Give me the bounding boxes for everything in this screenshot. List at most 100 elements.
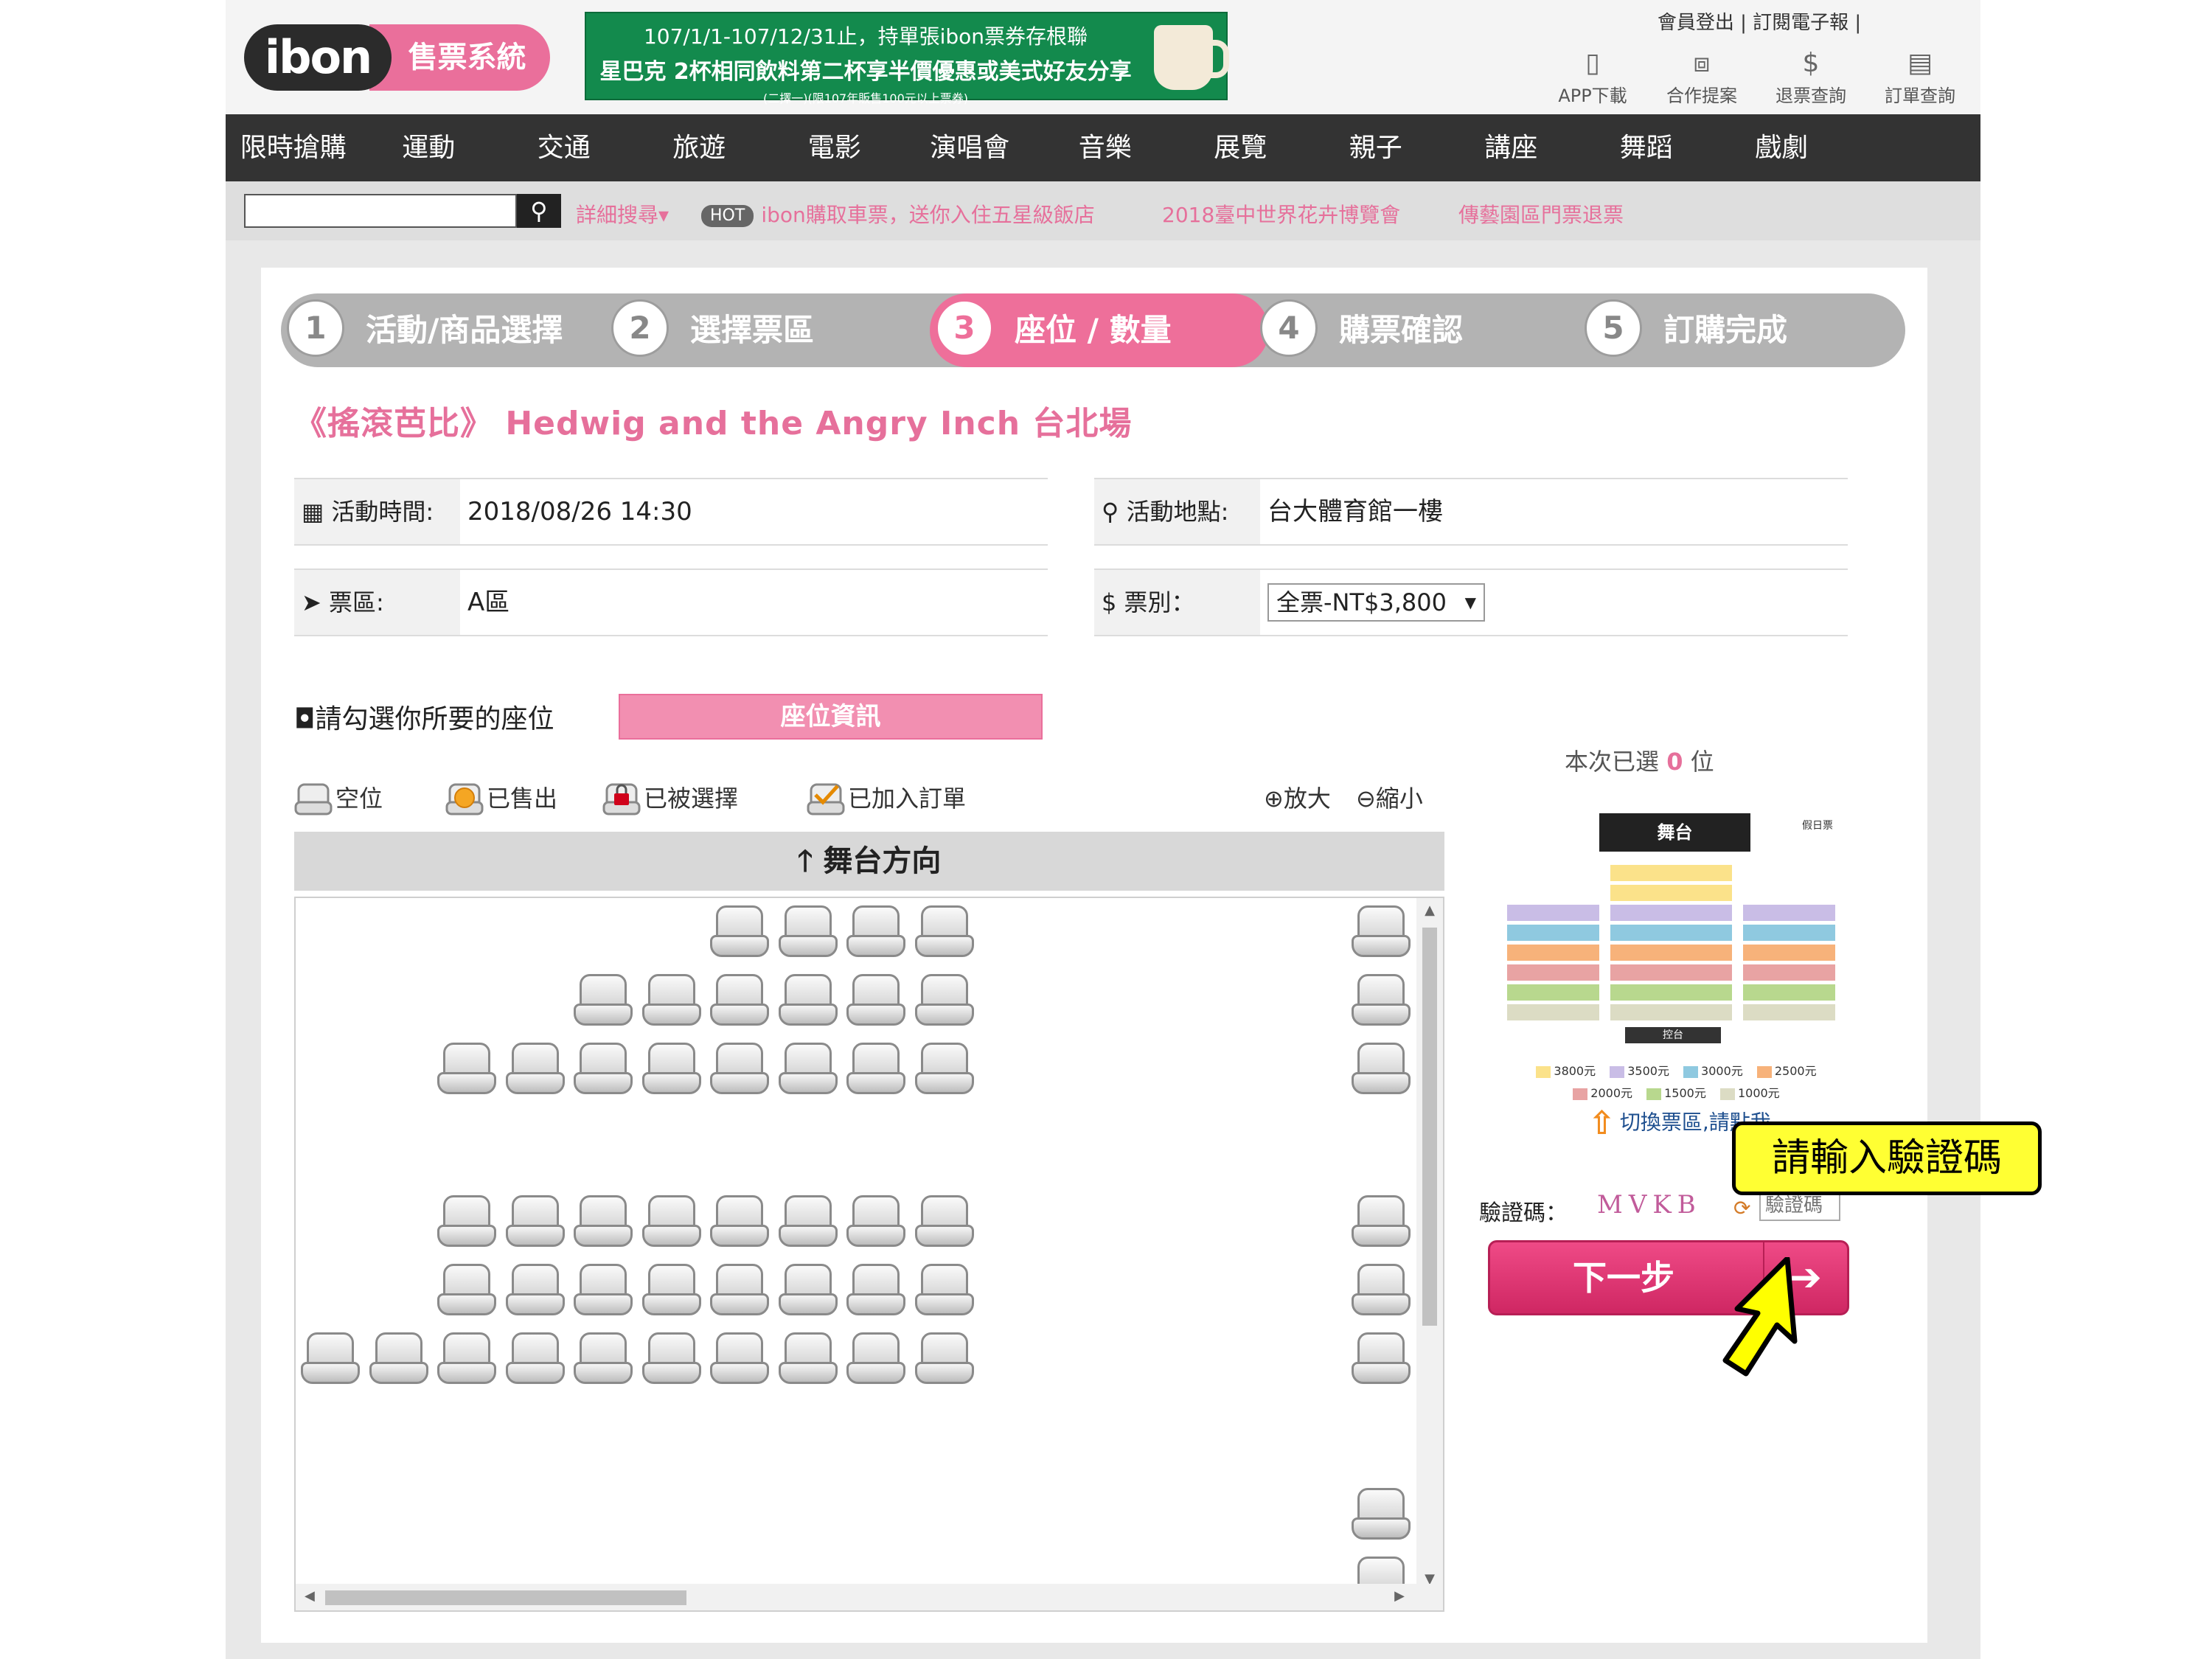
seat[interactable] xyxy=(505,1195,565,1251)
nav-item[interactable]: 限時搶購 xyxy=(226,114,361,181)
nav-item[interactable]: 旅遊 xyxy=(632,114,768,181)
scrollbar-thumb[interactable] xyxy=(1422,928,1437,1326)
seat[interactable] xyxy=(846,1195,905,1251)
quick-link-label: 退票查詢 xyxy=(1775,86,1846,106)
nav-item[interactable]: 電影 xyxy=(767,114,902,181)
flora-expo-link[interactable]: 2018臺中世界花卉博覽會 xyxy=(1162,199,1400,229)
app-download-link[interactable]: ▯ APP下載 xyxy=(1538,46,1647,112)
nav-item[interactable]: 親子 xyxy=(1308,114,1444,181)
seat[interactable] xyxy=(574,1195,633,1251)
seat[interactable] xyxy=(437,1332,496,1388)
seat[interactable] xyxy=(505,1332,565,1388)
seat-info-button[interactable]: 座位資訊 xyxy=(619,694,1043,740)
vertical-scrollbar[interactable]: ▲ ▼ xyxy=(1416,898,1443,1591)
scroll-right-icon[interactable]: ▶ xyxy=(1394,1588,1405,1604)
promo-banner[interactable]: 107/1/1-107/12/31止，持單張ibon票券存根聯 星巴克 2杯相同… xyxy=(585,12,1229,105)
refund-query-link[interactable]: $ 退票查詢 xyxy=(1756,46,1865,112)
event-venue-row: ⚲ 活動地點: 台大體育館一樓 xyxy=(1094,478,1848,546)
seat[interactable] xyxy=(710,1043,769,1099)
scroll-up-icon[interactable]: ▲ xyxy=(1416,902,1443,918)
seat-cushion xyxy=(641,1225,701,1247)
price-swatch xyxy=(1646,1088,1662,1100)
seat[interactable] xyxy=(778,1264,838,1320)
seat-cushion xyxy=(778,1072,838,1094)
seat[interactable] xyxy=(1352,1195,1411,1251)
seat[interactable] xyxy=(846,1264,905,1320)
seat[interactable] xyxy=(574,1043,633,1099)
seat[interactable] xyxy=(710,905,769,961)
scrollbar-thumb[interactable] xyxy=(325,1590,686,1605)
seat[interactable] xyxy=(846,1043,905,1099)
horizontal-scrollbar[interactable]: ◀ ▶ xyxy=(296,1584,1443,1610)
search-button[interactable]: ⚲ xyxy=(517,194,561,228)
seat[interactable] xyxy=(778,1043,838,1099)
seat[interactable] xyxy=(574,1332,633,1388)
nav-item[interactable]: 展覽 xyxy=(1173,114,1309,181)
nav-item[interactable]: 運動 xyxy=(361,114,497,181)
seat[interactable] xyxy=(505,1043,565,1099)
zoom-out-label: 縮小 xyxy=(1375,785,1423,813)
ticket-type-select[interactable]: 全票-NT$3,800 ▼ xyxy=(1267,583,1485,622)
advanced-search-link[interactable]: 詳細搜尋▾ xyxy=(576,199,669,229)
seat[interactable] xyxy=(1352,905,1411,961)
seat[interactable] xyxy=(914,1332,974,1388)
hot-link[interactable]: HOT ibon購取車票，送你入住五星級飯店 xyxy=(701,199,1095,229)
seat[interactable] xyxy=(778,1332,838,1388)
seat[interactable] xyxy=(641,1195,701,1251)
seat[interactable] xyxy=(846,974,905,1030)
seat[interactable] xyxy=(846,905,905,961)
seat[interactable] xyxy=(641,1332,701,1388)
seat[interactable] xyxy=(1352,1264,1411,1320)
partnership-link[interactable]: ⧈ 合作提案 xyxy=(1647,46,1756,112)
ibon-logo[interactable]: 售票系統 ibon xyxy=(244,24,550,91)
step-label: 選擇票區 xyxy=(690,312,815,348)
refresh-icon[interactable]: ⟳ xyxy=(1733,1196,1750,1220)
venue-map[interactable]: 舞台 假日票 控台 3800元 3500元 3000元 2500元 2000元 … xyxy=(1507,813,1835,1108)
seat[interactable] xyxy=(914,905,974,961)
map-pin-icon: ⚲ xyxy=(1102,498,1127,526)
seat[interactable] xyxy=(574,974,633,1030)
logout-link[interactable]: 會員登出 xyxy=(1658,12,1734,34)
seat[interactable] xyxy=(914,1195,974,1251)
seat[interactable] xyxy=(710,1264,769,1320)
seat-cushion xyxy=(437,1293,496,1315)
seat[interactable] xyxy=(505,1264,565,1320)
seat[interactable] xyxy=(641,974,701,1030)
nav-item[interactable]: 戲劇 xyxy=(1714,114,1850,181)
seat[interactable] xyxy=(369,1332,428,1388)
seat[interactable] xyxy=(1352,1488,1411,1544)
search-input[interactable] xyxy=(244,194,517,228)
seat[interactable] xyxy=(710,1195,769,1251)
seat[interactable] xyxy=(1352,974,1411,1030)
nav-item[interactable]: 音樂 xyxy=(1037,114,1173,181)
seat[interactable] xyxy=(846,1332,905,1388)
seat[interactable] xyxy=(914,1264,974,1320)
seat[interactable] xyxy=(437,1195,496,1251)
zoom-in-button[interactable]: ⊕放大 xyxy=(1264,780,1331,814)
seat[interactable] xyxy=(574,1264,633,1320)
nav-item[interactable]: 演唱會 xyxy=(902,114,1038,181)
seat[interactable] xyxy=(437,1264,496,1320)
seat[interactable] xyxy=(778,1195,838,1251)
scroll-left-icon[interactable]: ◀ xyxy=(305,1588,315,1604)
newsletter-link[interactable]: 訂閱電子報 xyxy=(1753,12,1848,34)
order-query-link[interactable]: ▤ 訂單查詢 xyxy=(1865,46,1975,112)
seat[interactable] xyxy=(778,974,838,1030)
seat[interactable] xyxy=(914,974,974,1030)
nav-item[interactable]: 交通 xyxy=(496,114,632,181)
zoom-out-button[interactable]: ⊖縮小 xyxy=(1356,780,1423,814)
seat[interactable] xyxy=(641,1043,701,1099)
seat[interactable] xyxy=(914,1043,974,1099)
refund-news-link[interactable]: 傳藝園區門票退票 xyxy=(1458,199,1624,229)
seat[interactable] xyxy=(710,974,769,1030)
seat[interactable] xyxy=(710,1332,769,1388)
seat[interactable] xyxy=(1352,1043,1411,1099)
seat[interactable] xyxy=(437,1043,496,1099)
seat[interactable] xyxy=(1352,1332,1411,1388)
nav-item[interactable]: 講座 xyxy=(1444,114,1579,181)
seat[interactable] xyxy=(778,905,838,961)
nav-item[interactable]: 舞蹈 xyxy=(1579,114,1714,181)
legend-in-order: 已加入訂單 xyxy=(807,780,966,817)
seat[interactable] xyxy=(641,1264,701,1320)
seat[interactable] xyxy=(301,1332,360,1388)
